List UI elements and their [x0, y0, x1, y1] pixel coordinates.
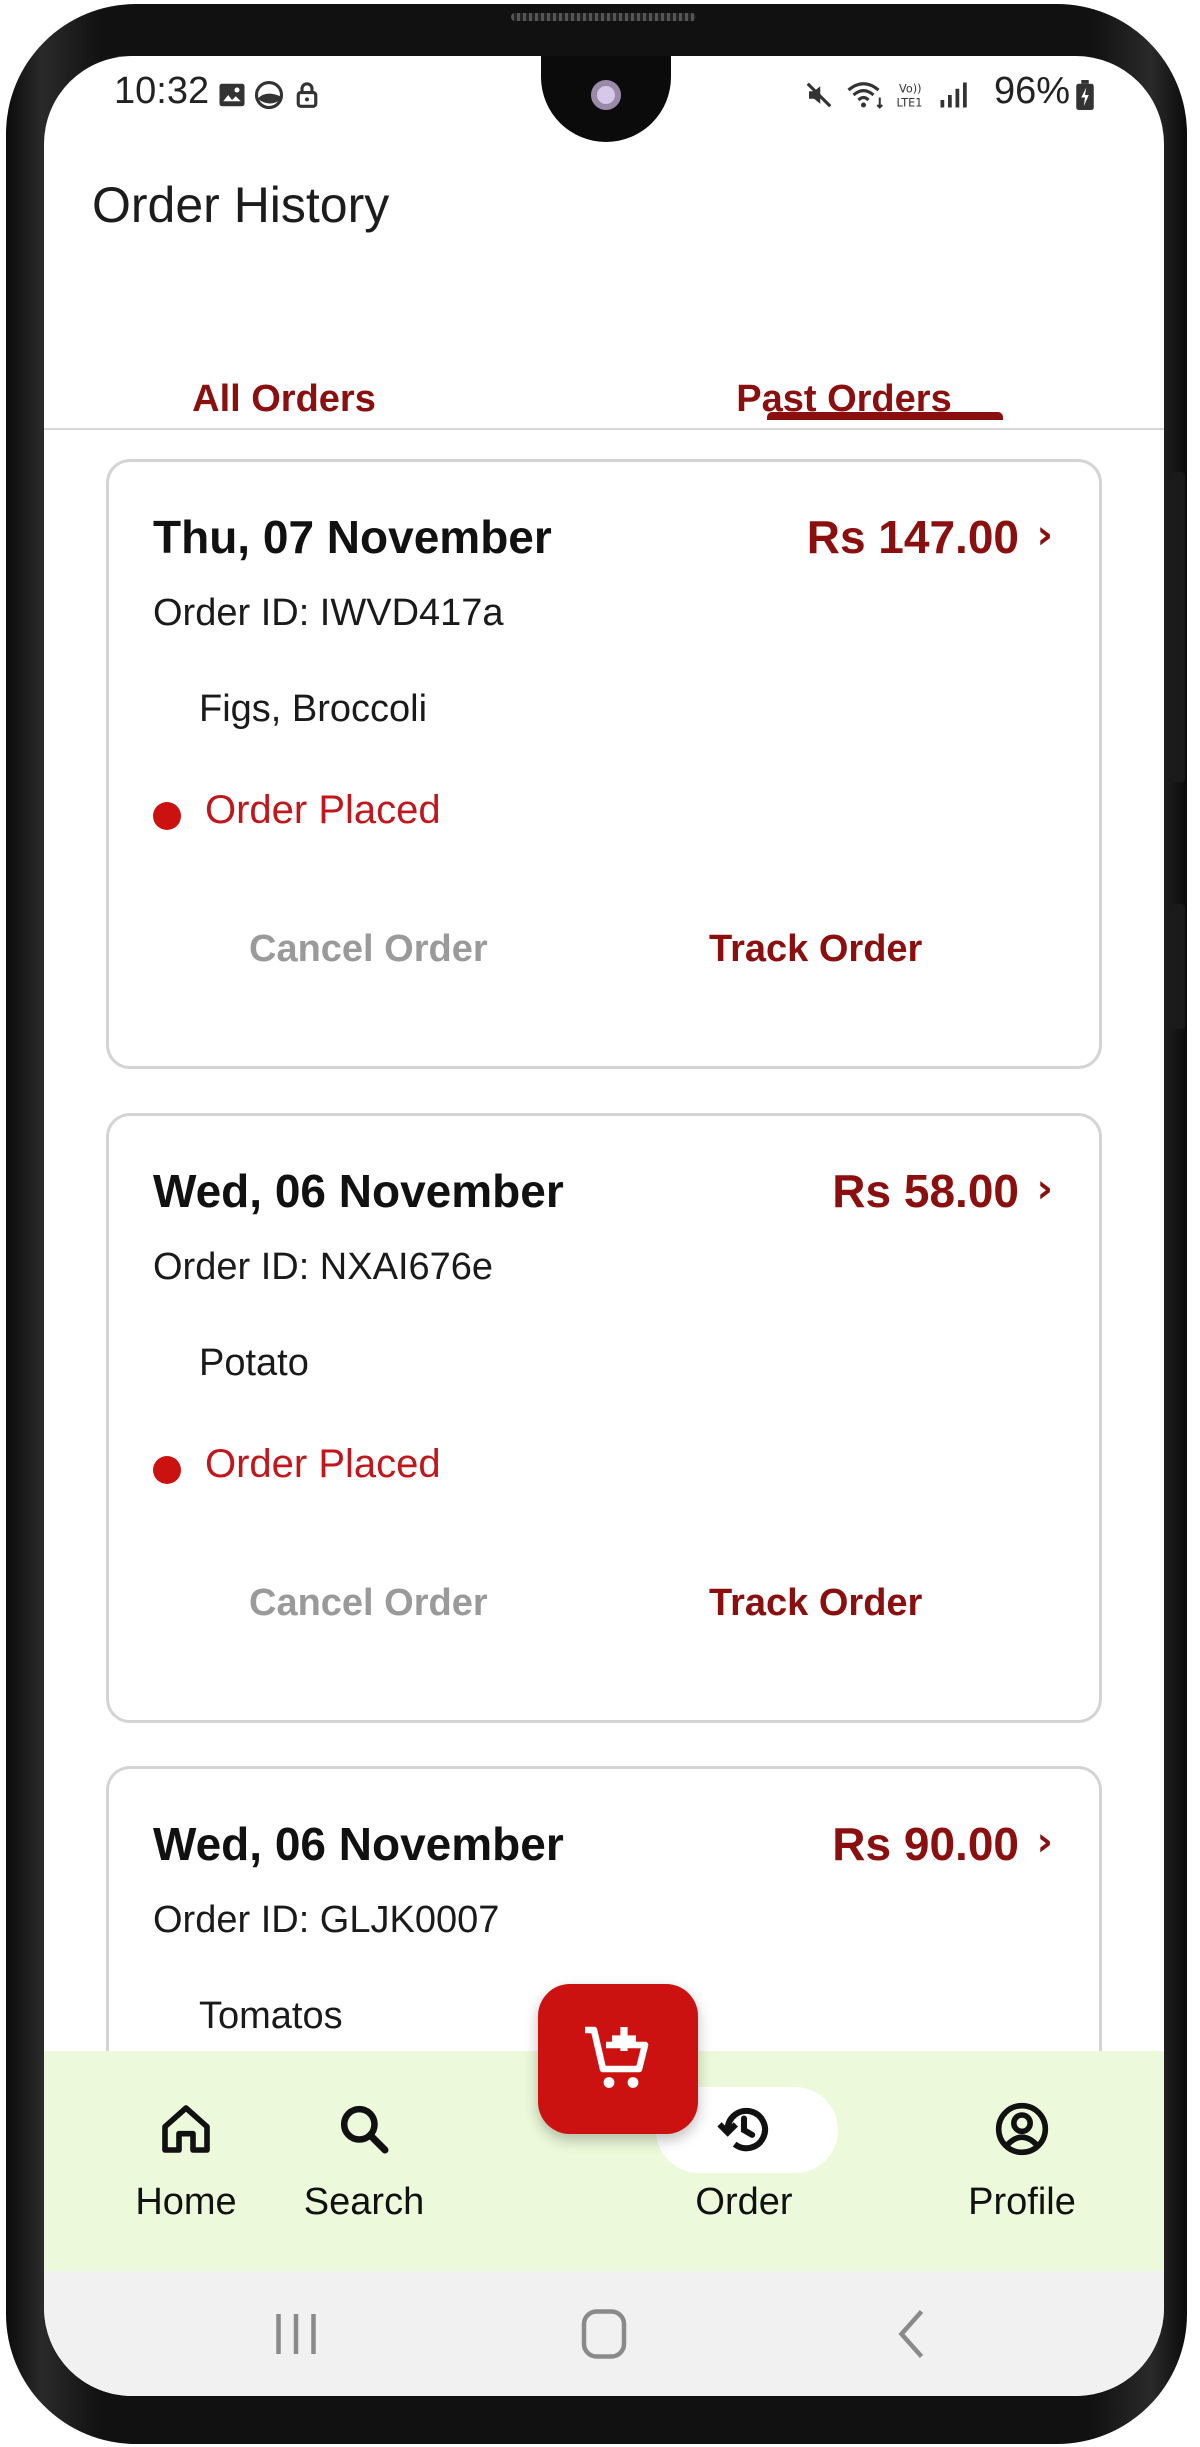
app-screen: 10:32 Vo)) LTE1 96% Order History All Or…	[44, 56, 1164, 2396]
cancel-order-button[interactable]: Cancel Order	[249, 1582, 488, 1625]
camera-notch	[541, 56, 671, 142]
tab-all-orders[interactable]: All Orders	[154, 318, 414, 428]
nav-home-label: Home	[135, 2181, 237, 2223]
lock-notification-icon	[296, 82, 318, 108]
system-navigation-bar	[44, 2271, 1164, 2396]
nav-profile[interactable]: Profile	[922, 2079, 1122, 2249]
svg-text:Vo)): Vo))	[899, 83, 921, 96]
order-id: Order ID: NXAI676e	[153, 1246, 494, 1288]
gallery-notification-icon	[219, 83, 245, 107]
battery-percent: 96%	[994, 70, 1071, 112]
chevron-right-icon[interactable]: ›	[1037, 512, 1053, 558]
add-to-cart-icon	[585, 2026, 649, 2088]
recent-apps-icon[interactable]	[266, 2309, 326, 2359]
status-time: 10:32	[114, 70, 210, 112]
order-date: Thu, 07 November	[153, 511, 552, 563]
order-status: Order Placed	[205, 788, 441, 832]
chevron-right-icon[interactable]: ›	[1037, 1166, 1053, 1212]
order-card[interactable]: Thu, 07 November Rs 147.00 › Order ID: I…	[106, 459, 1102, 1069]
home-icon	[162, 2105, 210, 2153]
volume-button	[1171, 472, 1185, 782]
back-icon[interactable]	[884, 2309, 944, 2359]
page-title: Order History	[92, 177, 390, 233]
phone-frame: 10:32 Vo)) LTE1 96% Order History All Or…	[6, 4, 1187, 2444]
nav-profile-label: Profile	[968, 2181, 1076, 2223]
signal-icon	[940, 82, 967, 108]
order-card[interactable]: Wed, 06 November Rs 58.00 › Order ID: NX…	[106, 1113, 1102, 1723]
order-id: Order ID: IWVD417a	[153, 592, 504, 634]
order-id: Order ID: GLJK0007	[153, 1899, 500, 1941]
order-items: Potato	[199, 1342, 309, 1384]
nav-order-label: Order	[695, 2181, 793, 2223]
order-price: Rs 147.00	[806, 511, 1019, 563]
nav-search[interactable]: Search	[264, 2079, 464, 2249]
order-date: Wed, 06 November	[153, 1818, 564, 1870]
svg-text:LTE1: LTE1	[897, 96, 923, 109]
status-dot-icon	[153, 802, 181, 830]
status-bar: 10:32 Vo)) LTE1 96%	[44, 56, 1164, 166]
earpiece-speaker	[511, 13, 696, 21]
battery-charging-icon	[1076, 80, 1094, 110]
cancel-order-button[interactable]: Cancel Order	[249, 928, 488, 971]
front-camera	[591, 80, 621, 110]
order-date: Wed, 06 November	[153, 1165, 564, 1217]
track-order-button[interactable]: Track Order	[709, 928, 922, 971]
profile-icon	[995, 2102, 1049, 2156]
add-to-cart-button[interactable]	[538, 1984, 698, 2134]
nav-search-label: Search	[303, 2181, 425, 2223]
search-icon	[340, 2105, 389, 2154]
order-items: Figs, Broccoli	[199, 688, 428, 730]
wifi-icon	[847, 82, 883, 109]
order-items: Tomatos	[199, 1995, 343, 2037]
chevron-right-icon[interactable]: ›	[1037, 1819, 1053, 1865]
history-icon	[717, 2107, 768, 2152]
order-price: Rs 90.00	[832, 1818, 1019, 1870]
weather-notification-icon	[254, 80, 284, 110]
active-tab-indicator	[767, 412, 1003, 420]
nav-home[interactable]: Home	[86, 2079, 286, 2249]
volte-icon: Vo)) LTE1	[897, 83, 923, 110]
home-button-icon[interactable]	[574, 2309, 634, 2359]
status-dot-icon	[153, 1456, 181, 1484]
track-order-button[interactable]: Track Order	[709, 1582, 922, 1625]
order-status: Order Placed	[205, 1442, 441, 1486]
power-button	[1171, 904, 1185, 1029]
mute-icon	[806, 82, 832, 108]
order-price: Rs 58.00	[832, 1165, 1019, 1217]
